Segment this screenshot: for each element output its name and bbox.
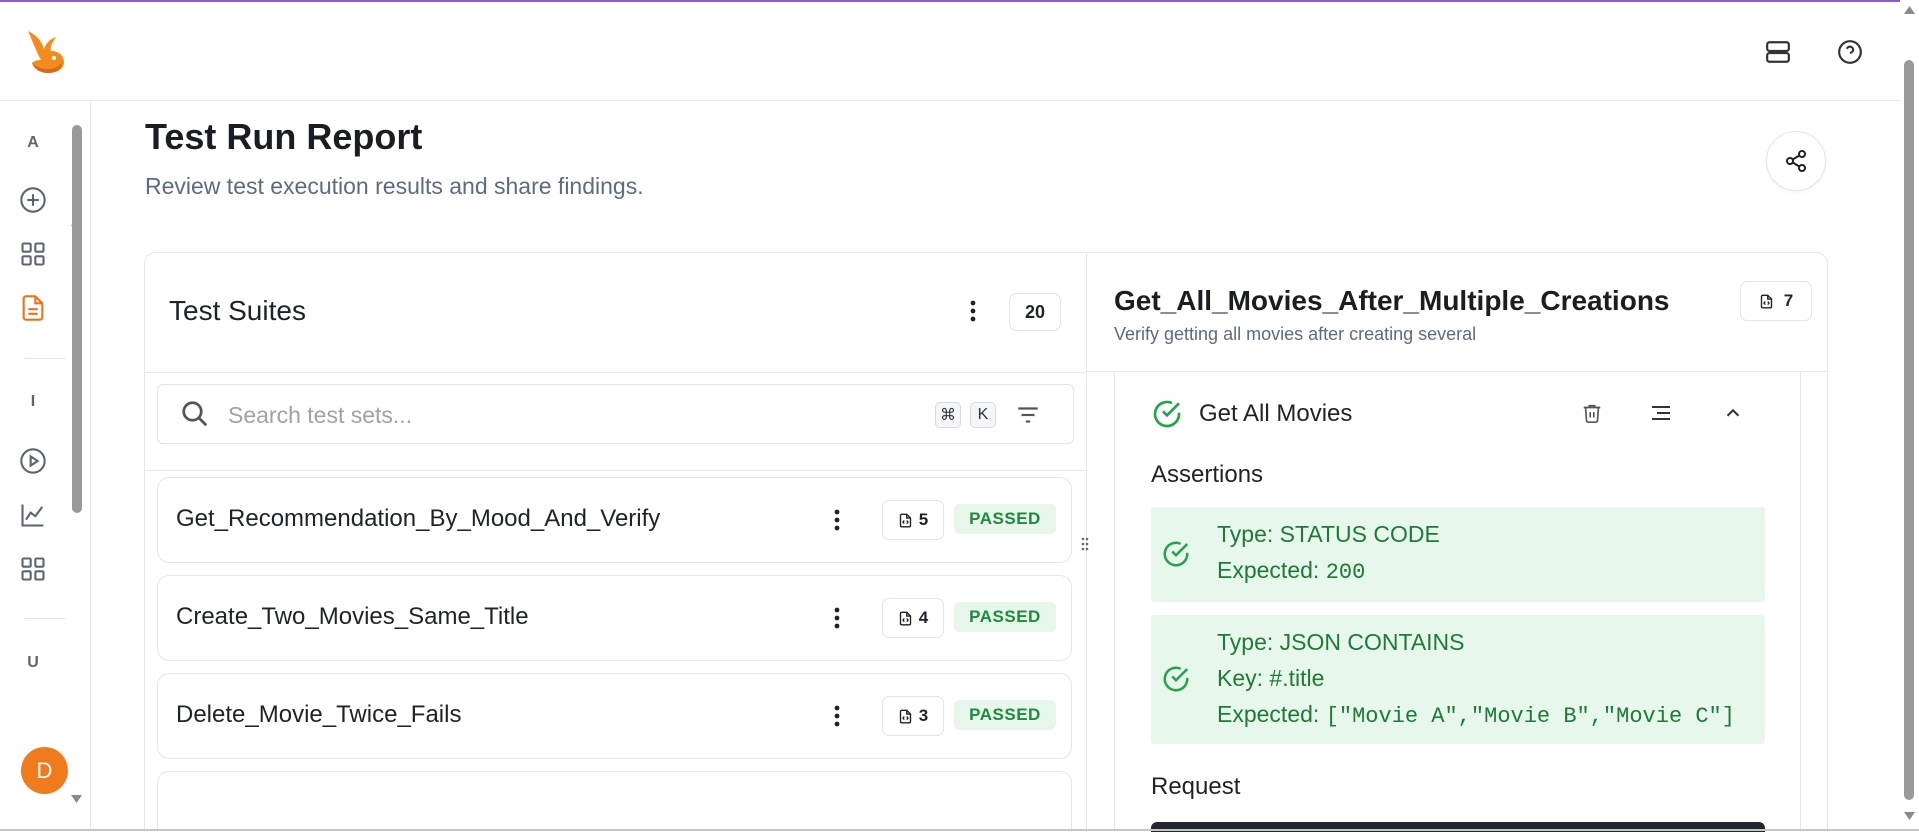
step-count-badge: 7 [1740, 281, 1812, 321]
step-count-badge: 5 [882, 500, 944, 540]
expected-label: Expected: [1217, 701, 1326, 727]
chart-line-icon[interactable] [16, 498, 50, 532]
assertion-expected: Expected: ["Movie A","Movie B","Movie C"… [1217, 701, 1735, 729]
status-badge: PASSED [954, 700, 1056, 730]
page-subtitle: Review test execution results and share … [145, 173, 644, 199]
check-circle-icon [1163, 666, 1189, 692]
share-button[interactable] [1766, 131, 1826, 191]
shortcut-key-k: K [970, 402, 996, 428]
suite-name: Get_Recommendation_By_Mood_And_Verify [176, 505, 661, 532]
play-circle-icon[interactable] [16, 444, 50, 478]
step-count: 7 [1783, 291, 1794, 310]
assertions-heading: Assertions [1151, 461, 1264, 488]
request-heading: Request [1151, 773, 1241, 800]
suite-count-badge: 20 [1009, 293, 1061, 331]
app-header [0, 2, 1900, 101]
more-options-icon[interactable] [824, 504, 850, 536]
file-code-icon [899, 513, 911, 527]
page-scrollbar-thumb[interactable] [1904, 60, 1914, 800]
trash-icon[interactable] [1577, 398, 1607, 428]
suite-name: Create_Two_Movies_Same_Title [176, 603, 529, 630]
assertion-expected: Expected: 200 [1217, 557, 1365, 585]
more-options-icon[interactable] [824, 700, 850, 732]
test-suites-panel: Test Suites 20 ⌘ K Get_Recommendation_By… [145, 253, 1087, 832]
shortcut-key-cmd: ⌘ [935, 402, 961, 428]
sidebar-divider [25, 618, 65, 619]
assertion-item: Type: JSON CONTAINS Key: #.title Expecte… [1151, 615, 1765, 744]
assertion-key: Key: #.title [1217, 665, 1325, 691]
step-count-badge: 4 [882, 598, 944, 638]
test-description: Verify getting all movies after creating… [1114, 324, 1477, 344]
report-panel: Test Suites 20 ⌘ K Get_Recommendation_By… [144, 252, 1828, 832]
rabbit-logo-icon[interactable] [22, 27, 68, 75]
suite-name: Delete_Movie_Twice_Fails [176, 701, 462, 728]
share-icon [1786, 150, 1806, 172]
suite-list-item[interactable] [157, 771, 1072, 832]
expected-value: 200 [1325, 560, 1366, 585]
status-badge: PASSED [954, 602, 1056, 632]
status-badge: PASSED [954, 504, 1056, 534]
check-circle-icon [1163, 541, 1189, 567]
expected-label: Expected: [1217, 557, 1326, 583]
suite-list-item[interactable]: Create_Two_Movies_Same_Title 4 PASSED [157, 575, 1072, 661]
assertion-type: Type: JSON CONTAINS [1217, 629, 1465, 655]
search-box[interactable]: ⌘ K [157, 384, 1074, 444]
divider [145, 470, 1086, 471]
check-circle-icon [1153, 400, 1181, 428]
sidebar-group-label-i: I [30, 393, 36, 410]
test-detail-panel: Get_All_Movies_After_Multiple_Creations … [1086, 253, 1827, 832]
search-input[interactable] [226, 397, 880, 433]
server-icon[interactable] [1762, 36, 1794, 68]
step-count: 4 [918, 608, 929, 627]
list-indent-icon[interactable] [1646, 398, 1676, 428]
grid-icon[interactable] [16, 552, 50, 586]
page-title: Test Run Report [145, 116, 423, 157]
test-title: Get_All_Movies_After_Multiple_Creations [1114, 285, 1670, 316]
assertion-item: Type: STATUS CODE Expected: 200 [1151, 507, 1765, 602]
sidebar-divider [25, 358, 65, 359]
sidebar-group-label-u: U [27, 654, 39, 671]
sidebar-scrollbar-thumb[interactable] [72, 125, 82, 513]
chevron-up-icon[interactable] [1718, 398, 1748, 428]
step-count-badge: 3 [882, 696, 944, 736]
divider [145, 372, 1086, 373]
step-name: Get All Movies [1199, 400, 1353, 427]
sidebar: A I U D [0, 101, 91, 831]
filter-icon[interactable] [1015, 402, 1041, 428]
search-icon [182, 401, 208, 427]
grid-icon[interactable] [16, 237, 50, 271]
step-count: 5 [918, 510, 929, 529]
document-icon[interactable] [16, 291, 50, 325]
suite-list-item[interactable]: Get_Recommendation_By_Mood_And_Verify 5 … [157, 477, 1072, 563]
expected-value: ["Movie A","Movie B","Movie C"] [1325, 704, 1735, 729]
step-count: 3 [918, 706, 929, 725]
help-icon[interactable] [1834, 36, 1866, 68]
avatar[interactable]: D [21, 747, 68, 794]
suite-list-item[interactable]: Delete_Movie_Twice_Fails 3 PASSED [157, 673, 1072, 759]
assertion-type: Type: STATUS CODE [1217, 521, 1440, 547]
file-code-icon [899, 611, 911, 625]
sidebar-group-label-a: A [27, 134, 39, 151]
more-options-icon[interactable] [960, 295, 986, 327]
file-code-icon [899, 709, 911, 723]
step-card: Get All Movies Assertions Type: STATUS C… [1114, 372, 1801, 832]
plus-circle-icon[interactable] [16, 183, 50, 217]
file-code-icon [1760, 294, 1772, 308]
more-options-icon[interactable] [824, 602, 850, 634]
suites-title: Test Suites [169, 295, 306, 326]
